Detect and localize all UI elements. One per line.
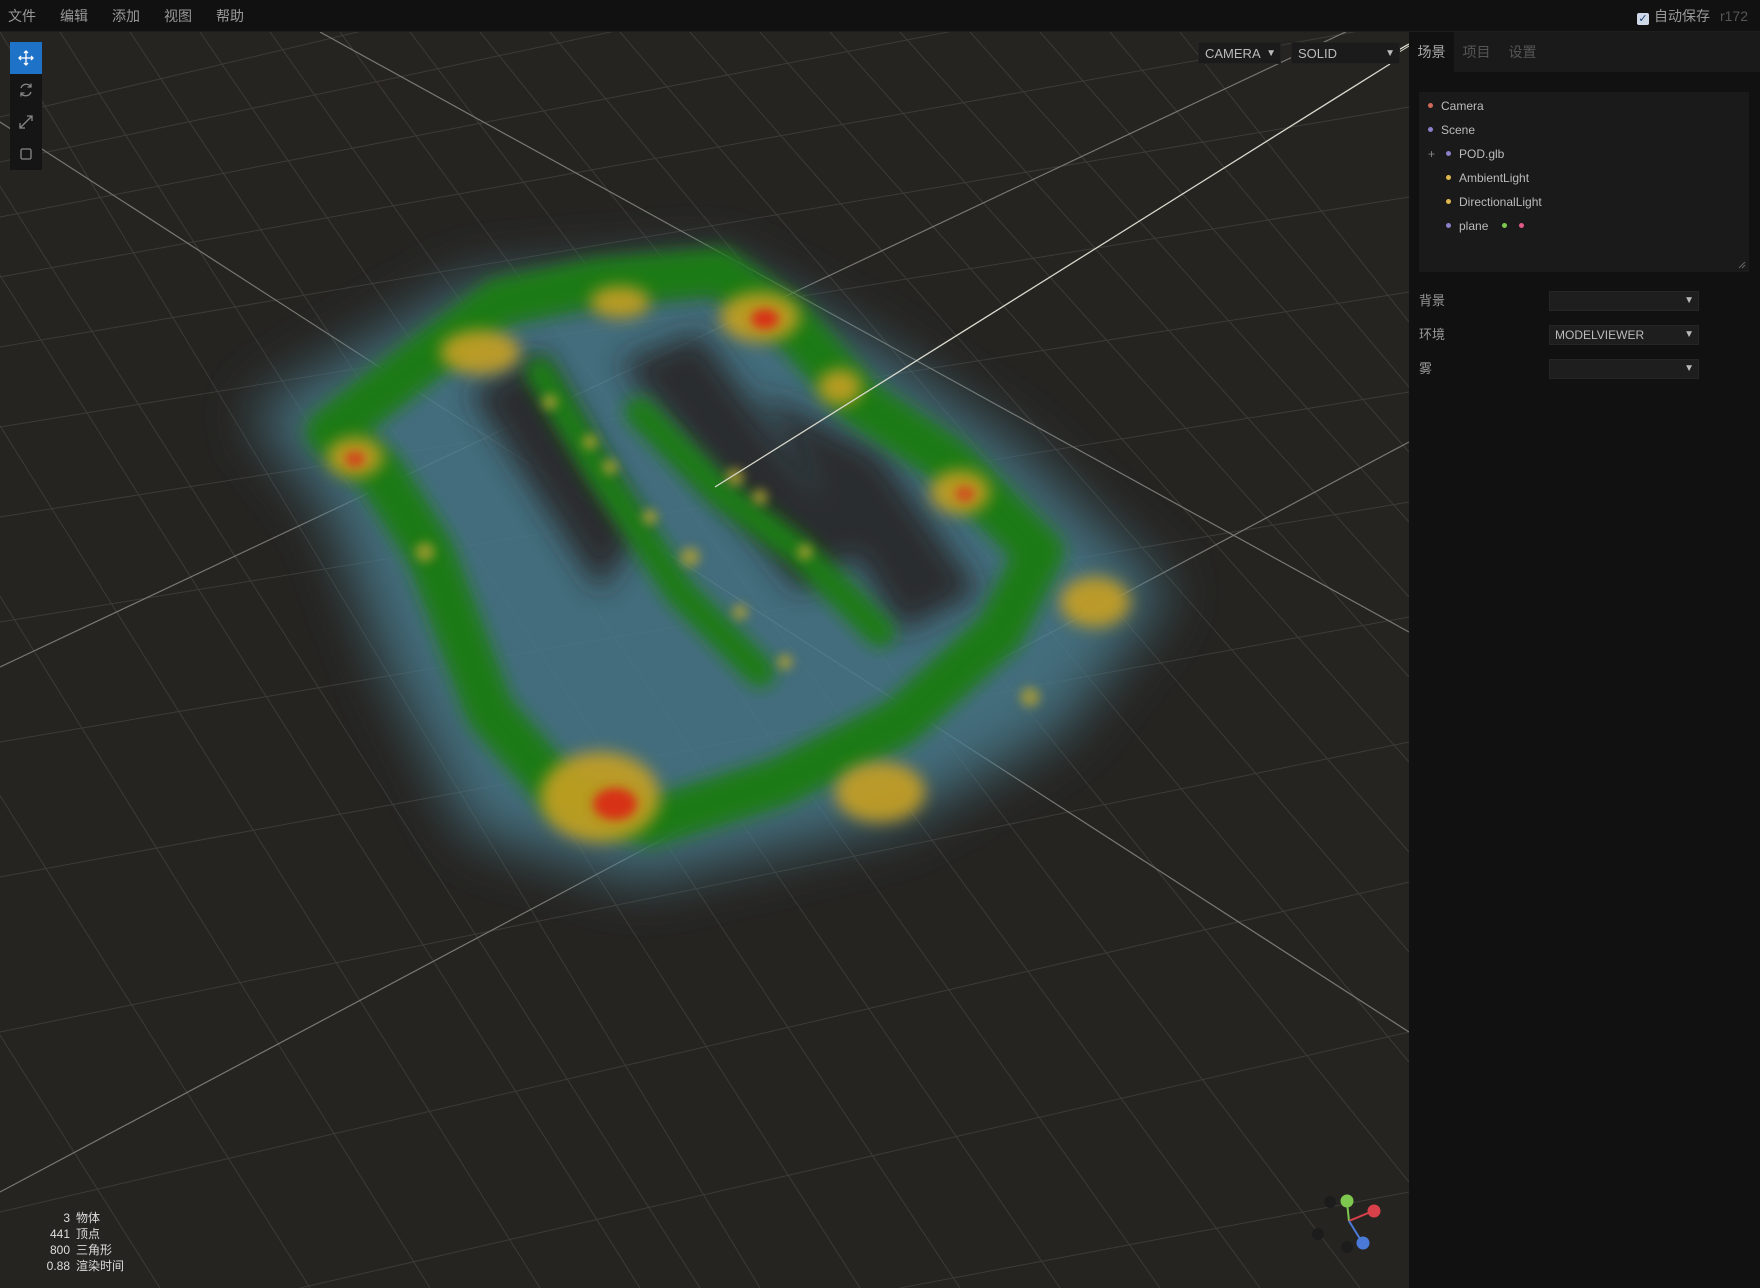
- menu-edit[interactable]: 编辑: [60, 0, 88, 32]
- render-stats: 3 物体 441 顶点 800 三角形 0.88 渲染时间: [40, 1210, 124, 1274]
- scale-icon: [19, 115, 33, 129]
- object-dot-icon: [1428, 103, 1433, 108]
- menu-file[interactable]: 文件: [8, 0, 36, 32]
- stat-render-time: 0.88 渲染时间: [46, 1259, 125, 1273]
- viewport-3d[interactable]: CAMERA ▼ SOLID ▼ 3 物体 441 顶点 800 三角形 0.88 渲染…: [0, 32, 1409, 1288]
- tab-settings[interactable]: 设置: [1499, 32, 1546, 72]
- outliner-item-pod-glb[interactable]: + POD.glb: [1419, 144, 1739, 164]
- autosave-label: 自动保存: [1653, 8, 1710, 24]
- menubar: 文件 编辑 添加 视图 帮助 ✓ 自动保存 r172: [0, 0, 1760, 32]
- prop-fog: 雾 ▼: [1419, 359, 1749, 379]
- chevron-down-icon: ▼: [1684, 295, 1694, 306]
- prop-background: 背景 ▼: [1419, 291, 1749, 311]
- object-dot-icon: [1446, 199, 1451, 204]
- chevron-down-icon: ▼: [1266, 48, 1276, 59]
- object-dot-icon: [1446, 175, 1451, 180]
- material-dot-icon: [1518, 223, 1524, 228]
- menu-help[interactable]: 帮助: [216, 0, 244, 32]
- light-helper-line: [714, 63, 1391, 488]
- camera-select-value: CAMERA: [1205, 46, 1261, 61]
- autosave-checkbox[interactable]: ✓: [1636, 13, 1649, 25]
- stat-objects: 3 物体: [63, 1211, 101, 1225]
- sidebar-tabs: 场景 项目 设置: [1409, 32, 1760, 72]
- fog-label: 雾: [1419, 361, 1433, 376]
- expand-plus-icon[interactable]: +: [1428, 144, 1435, 164]
- shading-select[interactable]: SOLID ▼: [1291, 42, 1400, 64]
- background-select[interactable]: ▼: [1549, 291, 1699, 311]
- chevron-down-icon: ▼: [1684, 363, 1694, 374]
- resize-handle-icon[interactable]: [1738, 261, 1746, 269]
- move-icon: [18, 50, 34, 66]
- tab-project[interactable]: 项目: [1454, 32, 1499, 72]
- axis-gizmo[interactable]: [1312, 1194, 1381, 1254]
- stat-triangles: 800 三角形: [49, 1243, 113, 1257]
- prop-environment: 环境 MODELVIEWER ▼: [1419, 325, 1749, 345]
- rotate-icon: [20, 83, 32, 97]
- tab-scene[interactable]: 场景: [1409, 32, 1454, 72]
- scale-tool[interactable]: [10, 106, 42, 138]
- local-space-toggle[interactable]: [10, 138, 42, 170]
- fog-select[interactable]: ▼: [1549, 359, 1699, 379]
- transform-toolbar: [10, 42, 42, 170]
- stat-vertices: 441 顶点: [49, 1227, 101, 1241]
- chevron-down-icon: ▼: [1385, 48, 1395, 59]
- shading-select-value: SOLID: [1298, 46, 1338, 61]
- chevron-down-icon: ▼: [1684, 329, 1694, 340]
- autosave: ✓ 自动保存 r172: [1636, 0, 1748, 32]
- environment-label: 环境: [1419, 327, 1446, 342]
- menu-add[interactable]: 添加: [112, 0, 140, 32]
- geometry-dot-icon: [1501, 223, 1507, 228]
- menu-view[interactable]: 视图: [164, 0, 192, 32]
- environment-select[interactable]: MODELVIEWER ▼: [1549, 325, 1699, 345]
- background-label: 背景: [1419, 293, 1446, 308]
- sidebar: 场景 项目 设置 Camera Scene + POD.glb AmbientL…: [1409, 32, 1760, 1288]
- square-icon: [20, 148, 32, 160]
- object-dot-icon: [1446, 223, 1451, 228]
- rotate-tool[interactable]: [10, 74, 42, 106]
- camera-select[interactable]: CAMERA ▼: [1198, 42, 1281, 64]
- outliner-item-ambient-light[interactable]: AmbientLight: [1446, 168, 1529, 188]
- outliner-item-directional-light[interactable]: DirectionalLight: [1446, 192, 1542, 212]
- version-label: r172: [1719, 8, 1748, 24]
- outliner-item-camera[interactable]: Camera: [1428, 96, 1484, 116]
- scene-outliner[interactable]: Camera Scene + POD.glb AmbientLight Dire…: [1419, 92, 1749, 272]
- outliner-item-plane[interactable]: plane: [1446, 216, 1532, 236]
- move-tool[interactable]: [10, 42, 42, 74]
- outliner-item-scene[interactable]: Scene: [1428, 120, 1475, 140]
- object-dot-icon: [1428, 127, 1433, 132]
- object-dot-icon: [1446, 151, 1451, 156]
- scene-canvas: [0, 32, 1409, 1288]
